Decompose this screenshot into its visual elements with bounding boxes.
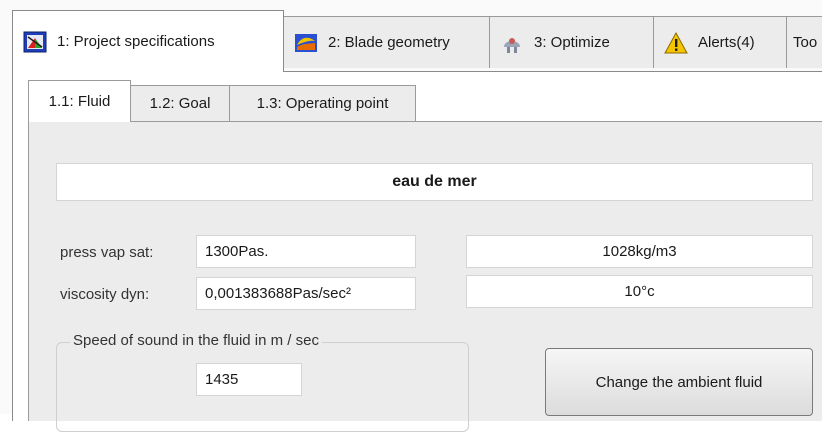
tab-label: 3: Optimize	[534, 34, 610, 51]
tab-label: Too	[793, 34, 818, 51]
project-specifications-icon	[23, 30, 47, 54]
tab-label: 1.3: Operating point	[256, 95, 389, 112]
tab-operating-point[interactable]: 1.3: Operating point	[229, 85, 416, 121]
viscosity-dyn-value: 0,001383688Pas/sec²	[205, 285, 351, 302]
viscosity-dyn-label: viscosity dyn:	[60, 286, 150, 303]
press-vap-sat-value: 1300Pas.	[205, 243, 269, 260]
tab-label: 1: Project specifications	[57, 33, 215, 50]
tab-goal[interactable]: 1.2: Goal	[130, 85, 230, 121]
optimize-icon	[500, 31, 524, 55]
tab-blade-geometry[interactable]: 2: Blade geometry	[283, 16, 490, 68]
density-value: 1028kg/m3	[602, 243, 677, 260]
application-window: 1: Project specifications 2: Blade geome…	[0, 0, 822, 432]
tab-label: 1.1: Fluid	[48, 93, 111, 110]
temperature-field[interactable]: 10°c	[466, 275, 813, 308]
press-vap-sat-field[interactable]: 1300Pas.	[196, 235, 416, 268]
speed-of-sound-value: 1435	[205, 371, 239, 388]
density-field[interactable]: 1028kg/m3	[466, 235, 813, 268]
fluid-name-field: eau de mer	[56, 163, 813, 201]
viscosity-dyn-field[interactable]: 0,001383688Pas/sec²	[196, 277, 416, 310]
tab-label: Alerts(4)	[698, 34, 755, 51]
tab-label: 2: Blade geometry	[328, 34, 450, 51]
tab-label: 1.2: Goal	[149, 95, 211, 112]
main-tab-strip: 1: Project specifications 2: Blade geome…	[0, 0, 822, 72]
press-vap-sat-label: press vap sat:	[60, 244, 154, 261]
fluid-name: eau de mer	[392, 173, 477, 190]
speed-of-sound-legend: Speed of sound in the fluid in m / sec	[70, 332, 322, 349]
speed-of-sound-input[interactable]: 1435	[196, 363, 302, 396]
tab-alerts[interactable]: Alerts(4)	[653, 16, 787, 68]
warning-icon	[664, 31, 688, 55]
tab-overflow[interactable]: Too	[786, 16, 822, 68]
change-ambient-fluid-button[interactable]: Change the ambient fluid	[545, 348, 813, 416]
blade-geometry-icon	[294, 31, 318, 55]
tab-optimize[interactable]: 3: Optimize	[489, 16, 654, 68]
temperature-value: 10°c	[624, 283, 655, 300]
tab-fluid[interactable]: 1.1: Fluid	[28, 80, 131, 122]
tab-project-specifications[interactable]: 1: Project specifications	[12, 10, 284, 72]
